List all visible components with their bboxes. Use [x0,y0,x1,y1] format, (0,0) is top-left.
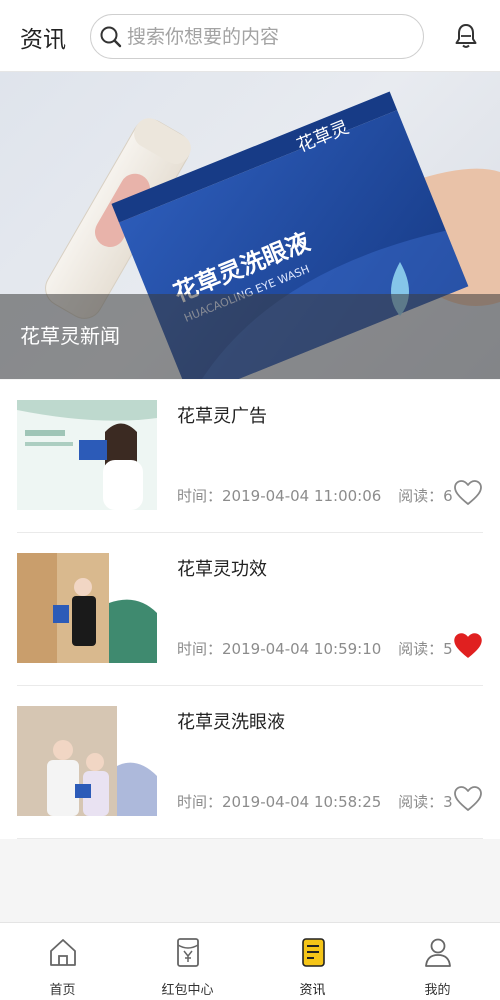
search-icon [100,26,122,48]
news-title: 花草灵洗眼液 [177,712,285,733]
top-bar: 资讯 [0,0,500,72]
time-label: 时间： [177,640,223,658]
app-root: 资讯 搜索你想要的内容 花草灵 花草灵洗眼液 花草灵新闻 花草灵广告 时间：20… [0,0,500,1000]
news-list: 花草灵广告 时间：2019-04-04 11:00:06 阅读：6 花草灵功效 … [0,380,500,839]
tab-news[interactable]: 资讯 [250,923,375,1000]
banner-caption: 花草灵新闻 [0,294,500,379]
news-item[interactable]: 花草灵广告 时间：2019-04-04 11:00:06 阅读：6 [17,380,483,533]
tab-profile[interactable]: 我的 [375,923,500,1000]
news-thumbnail [17,400,157,510]
news-item[interactable]: 花草灵洗眼液 时间：2019-04-04 10:58:25 阅读：3 [17,686,483,839]
publish-time: 2019-04-04 10:59:10 [222,640,382,658]
time-label: 时间： [177,793,223,811]
red-envelope-icon [176,938,199,967]
tab-label: 资讯 [299,983,326,998]
tab-red-envelope[interactable]: 红包中心 [125,923,250,1000]
news-meta: 时间：2019-04-04 11:00:06 阅读：6 [177,485,453,506]
reads-label: 阅读： [398,640,444,658]
like-heart-icon[interactable] [453,478,483,508]
user-icon [424,938,451,967]
news-meta: 时间：2019-04-04 10:58:25 阅读：3 [177,791,453,812]
news-banner[interactable]: 花草灵 花草灵洗眼液 HUACAOLING EYE WASH 花草灵新闻 [0,72,500,379]
read-count: 6 [443,487,453,505]
news-icon [301,938,325,967]
search-input[interactable] [127,21,412,52]
news-thumbnail [17,706,157,816]
bell-icon[interactable] [452,22,480,50]
time-label: 时间： [177,487,223,505]
news-title: 花草灵功效 [177,559,267,580]
news-thumbnail [17,553,157,663]
liked-heart-icon[interactable] [453,631,483,661]
news-item[interactable]: 花草灵功效 时间：2019-04-04 10:59:10 阅读：5 [17,533,483,686]
reads-label: 阅读： [398,793,444,811]
tab-label: 红包中心 [161,983,214,998]
publish-time: 2019-04-04 10:58:25 [222,793,382,811]
read-count: 3 [443,793,453,811]
like-heart-icon[interactable] [453,784,483,814]
banner-caption-text: 花草灵新闻 [20,324,120,348]
page-title: 资讯 [20,27,66,53]
tab-label: 首页 [49,983,76,998]
reads-label: 阅读： [398,487,444,505]
search-box[interactable] [90,14,424,59]
tab-label: 我的 [424,983,451,998]
news-title: 花草灵广告 [177,406,267,427]
home-icon [49,939,76,966]
bottom-tab-bar: 首页 红包中心 资讯 我的 [0,922,500,1000]
tab-home[interactable]: 首页 [0,923,125,1000]
news-meta: 时间：2019-04-04 10:59:10 阅读：5 [177,638,453,659]
read-count: 5 [443,640,453,658]
publish-time: 2019-04-04 11:00:06 [222,487,382,505]
